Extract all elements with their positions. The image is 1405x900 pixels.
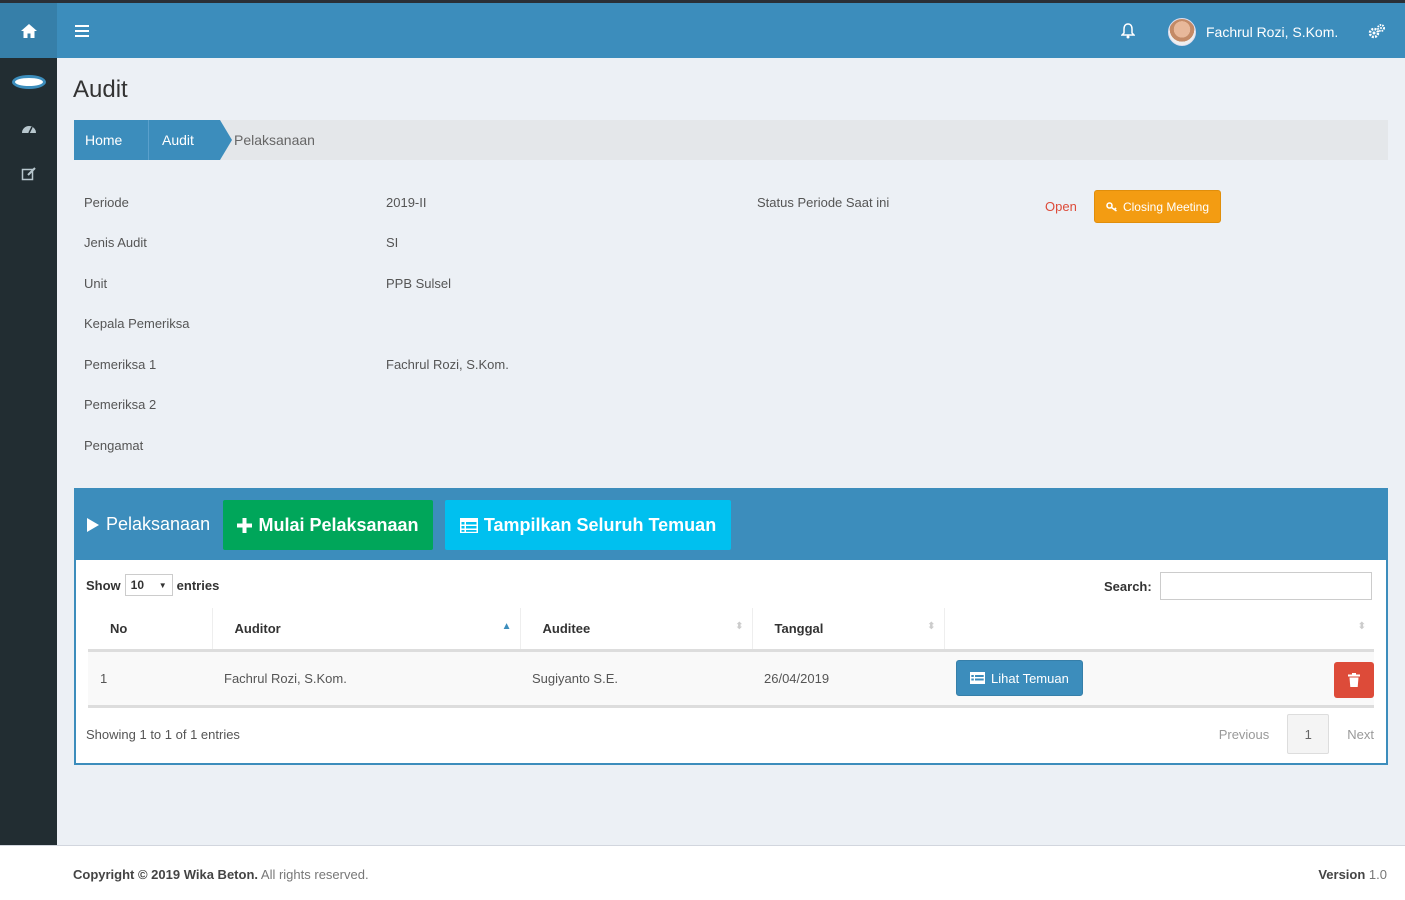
tampilkan-seluruh-temuan-label: Tampilkan Seluruh Temuan <box>483 514 717 535</box>
chevron-down-icon: ▼ <box>158 580 167 590</box>
main-content: Audit Home Audit Pelaksanaan Periode 201… <box>57 58 1405 845</box>
delete-button[interactable] <box>1334 661 1374 698</box>
showing-entries-text: Showing 1 to 1 of 1 entries <box>86 727 240 742</box>
periode-value: 2019-II <box>386 195 427 210</box>
pengamat-label: Pengamat <box>84 438 144 453</box>
notifications-button[interactable] <box>1116 19 1140 43</box>
column-header-no[interactable]: No <box>88 608 212 652</box>
cell-actions: Lihat Temuan <box>944 650 1374 708</box>
breadcrumb: Home Audit Pelaksanaan <box>74 120 1388 160</box>
pemeriksa-2-label: Pemeriksa 2 <box>84 397 157 412</box>
unit-value: PPB Sulsel <box>386 276 452 291</box>
pagination-previous[interactable]: Previous <box>1219 727 1270 742</box>
show-label: Show <box>86 577 121 593</box>
plus-icon <box>237 517 253 533</box>
pelaksanaan-table: No Auditor ▲ Auditee ⬍ Tanggal ⬍ ⬍ 1 Fachru… <box>88 608 1374 708</box>
jenis-audit-value: SI <box>386 235 399 250</box>
column-header-auditor[interactable]: Auditor ▲ <box>211 608 520 652</box>
pagination-page-1[interactable]: 1 <box>1287 714 1330 754</box>
home-button[interactable] <box>0 3 57 58</box>
copyright-bold: Copyright © 2019 Wika Beton. <box>73 867 258 882</box>
user-name[interactable]: Fachrul Rozi, S.Kom. <box>1206 24 1338 40</box>
table-list-icon <box>970 672 985 684</box>
panel-header: Pelaksanaan Mulai Pelaksanaan Tampilkan … <box>76 490 1386 560</box>
breadcrumb-current: Pelaksanaan <box>234 132 315 148</box>
breadcrumb-separator <box>148 120 149 160</box>
lihat-temuan-button[interactable]: Lihat Temuan <box>956 660 1083 696</box>
version: Version 1.0 <box>1318 867 1387 882</box>
sort-icon: ⬍ <box>735 621 744 632</box>
sidebar-item-dashboard[interactable] <box>0 110 57 146</box>
version-label: Version <box>1318 867 1366 882</box>
pagination: Previous 1 Next <box>1219 714 1374 754</box>
column-header-auditee[interactable]: Auditee ⬍ <box>519 608 752 652</box>
breadcrumb-audit[interactable]: Audit <box>148 120 220 160</box>
pagination-next[interactable]: Next <box>1347 727 1374 742</box>
key-icon <box>1106 201 1117 212</box>
brand-logo-icon <box>11 75 46 89</box>
status-periode-value: Open <box>1045 199 1077 214</box>
cell-tanggal: 26/04/2019 <box>752 650 944 708</box>
search-label: Search: <box>1104 578 1152 594</box>
unit-label: Unit <box>84 276 108 291</box>
sort-asc-icon: ▲ <box>501 621 512 632</box>
version-value: 1.0 <box>1368 867 1387 882</box>
periode-label: Periode <box>84 195 129 210</box>
kepala-pemeriksa-label: Kepala Pemeriksa <box>84 316 190 331</box>
entries-label: entries <box>176 577 220 593</box>
lihat-temuan-label: Lihat Temuan <box>991 670 1069 686</box>
show-entries-control: Show 10 ▼ entries <box>86 574 219 596</box>
menu-toggle-button[interactable] <box>62 3 102 58</box>
footer: Copyright © 2019 Wika Beton. All rights … <box>0 845 1405 900</box>
pemeriksa-1-value: Fachrul Rozi, S.Kom. <box>386 357 509 372</box>
table-row: 1 Fachrul Rozi, S.Kom. Sugiyanto S.E. 26… <box>88 650 1374 708</box>
pelaksanaan-panel: Pelaksanaan Mulai Pelaksanaan Tampilkan … <box>74 488 1388 765</box>
sort-icon: ⬍ <box>1357 621 1366 632</box>
settings-button[interactable] <box>1366 21 1388 43</box>
copyright: Copyright © 2019 Wika Beton. All rights … <box>73 867 369 882</box>
play-icon <box>87 517 99 532</box>
user-avatar[interactable] <box>1168 18 1196 46</box>
mulai-pelaksanaan-button[interactable]: Mulai Pelaksanaan <box>223 500 433 550</box>
dashboard-icon <box>21 126 36 134</box>
cell-auditee: Sugiyanto S.E. <box>520 650 752 708</box>
trash-icon <box>1348 672 1360 687</box>
closing-meeting-label: Closing Meeting <box>1122 199 1210 214</box>
edit-icon <box>21 167 36 181</box>
copyright-rest: All rights reserved. <box>260 867 369 882</box>
page-title: Audit <box>73 76 128 103</box>
closing-meeting-button[interactable]: Closing Meeting <box>1094 190 1221 223</box>
pemeriksa-1-label: Pemeriksa 1 <box>84 357 157 372</box>
search-input[interactable] <box>1159 572 1372 600</box>
top-navbar: Fachrul Rozi, S.Kom. <box>0 0 1405 58</box>
mulai-pelaksanaan-label: Mulai Pelaksanaan <box>258 514 419 535</box>
panel-title-text: Pelaksanaan <box>106 514 211 534</box>
status-periode-label: Status Periode Saat ini <box>757 195 890 210</box>
entries-select[interactable]: 10 ▼ <box>124 574 173 596</box>
table-header-row: No Auditor ▲ Auditee ⬍ Tanggal ⬍ ⬍ <box>88 608 1374 652</box>
column-header-actions[interactable]: ⬍ <box>943 608 1374 652</box>
hamburger-icon <box>75 24 89 37</box>
sidebar <box>0 58 57 845</box>
entries-select-value: 10 <box>130 578 145 592</box>
column-header-tanggal[interactable]: Tanggal ⬍ <box>751 608 944 652</box>
panel-title: Pelaksanaan <box>86 514 210 535</box>
search-control: Search: <box>1104 572 1372 600</box>
home-icon <box>20 23 37 38</box>
sidebar-logo[interactable] <box>0 64 57 100</box>
sort-icon: ⬍ <box>927 621 936 632</box>
sidebar-item-edit[interactable] <box>0 156 57 192</box>
breadcrumb-home[interactable]: Home <box>74 120 148 160</box>
gears-icon <box>1368 24 1385 39</box>
breadcrumb-arrow <box>220 120 232 160</box>
bell-icon <box>1121 23 1135 39</box>
jenis-audit-label: Jenis Audit <box>84 235 147 250</box>
table-list-icon <box>459 517 478 533</box>
cell-no: 1 <box>88 650 212 708</box>
cell-auditor: Fachrul Rozi, S.Kom. <box>212 650 520 708</box>
tampilkan-seluruh-temuan-button[interactable]: Tampilkan Seluruh Temuan <box>445 500 731 550</box>
